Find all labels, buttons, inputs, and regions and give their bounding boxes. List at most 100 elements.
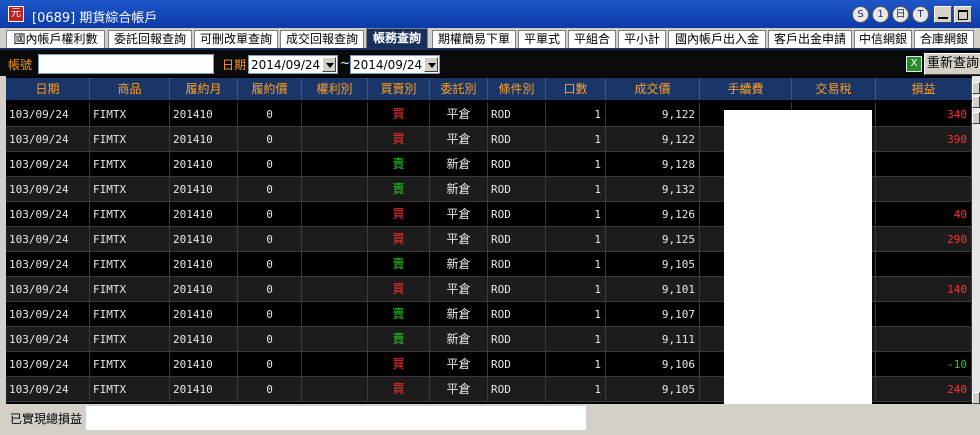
excel-export-icon[interactable]: X — [906, 56, 922, 72]
cell-buy-sell: 買 — [368, 102, 430, 127]
cell-date: 103/09/24 — [6, 177, 90, 202]
cell-order-type: 平倉 — [430, 227, 488, 252]
cell-condition: ROD — [488, 352, 546, 377]
column-header-profit-loss[interactable]: 損益 — [876, 78, 972, 100]
chevron-down-icon — [326, 63, 334, 68]
tab-domestic-account-rights[interactable]: 國內帳戶權利數 — [6, 30, 105, 48]
column-header-option-right[interactable]: 權利別 — [302, 78, 368, 100]
cell-contract-month: 201410 — [170, 177, 238, 202]
maximize-button[interactable] — [954, 6, 972, 23]
cell-order-type: 平倉 — [430, 102, 488, 127]
cell-option-right — [302, 152, 368, 177]
cell-product: FIMTX — [90, 152, 170, 177]
column-header-fill-price[interactable]: 成交價 — [606, 78, 700, 100]
cell-profit-loss — [876, 152, 972, 177]
cell-condition: ROD — [488, 152, 546, 177]
cell-date: 103/09/24 — [6, 327, 90, 352]
scroll-up-button[interactable] — [972, 82, 980, 94]
cell-option-right — [302, 227, 368, 252]
table-header: 日期 商品 履約月 履約價 權利別 買賣別 委託別 條件別 口數 成交價 手續費 交易稅 損益 — [6, 78, 972, 100]
requery-button[interactable]: 重新查詢 — [924, 53, 980, 75]
cell-product: FIMTX — [90, 227, 170, 252]
cell-buy-sell: 賣 — [368, 302, 430, 327]
cell-date: 103/09/24 — [6, 102, 90, 127]
cell-product: FIMTX — [90, 202, 170, 227]
cell-date: 103/09/24 — [6, 377, 90, 402]
cell-order-type: 新倉 — [430, 152, 488, 177]
tab-tcb-bank[interactable]: 合庫網銀 — [914, 30, 974, 48]
cell-order-type: 平倉 — [430, 202, 488, 227]
column-header-quantity[interactable]: 口數 — [546, 78, 606, 100]
tab-ctbc-bank[interactable]: 中信網銀 — [854, 30, 912, 48]
vertical-scrollbar[interactable] — [972, 76, 980, 404]
tab-withdraw-request[interactable]: 客戶出金申請 — [768, 30, 852, 48]
cell-quantity: 1 — [546, 102, 606, 127]
cell-quantity: 1 — [546, 352, 606, 377]
cell-contract-month: 201410 — [170, 377, 238, 402]
date-label: 日期 — [222, 58, 247, 72]
cell-quantity: 1 — [546, 377, 606, 402]
cell-contract-month: 201410 — [170, 202, 238, 227]
scroll-thumb[interactable] — [972, 96, 980, 108]
cell-fill-price: 9,106 — [606, 352, 700, 377]
column-header-product[interactable]: 商品 — [90, 78, 170, 100]
scroll-end-button[interactable] — [972, 392, 980, 404]
cell-quantity: 1 — [546, 202, 606, 227]
tab-account-query[interactable]: 帳務查詢 — [366, 28, 428, 48]
tab-close-subtotal[interactable]: 平小計 — [618, 30, 666, 48]
cell-quantity: 1 — [546, 227, 606, 252]
cell-fill-price: 9,107 — [606, 302, 700, 327]
tab-order-report[interactable]: 委託回報查詢 — [108, 30, 192, 48]
column-header-contract-month[interactable]: 履約月 — [170, 78, 238, 100]
column-header-trade-tax[interactable]: 交易稅 — [792, 78, 876, 100]
cell-option-right — [302, 352, 368, 377]
scroll-down-button[interactable] — [972, 112, 980, 124]
column-header-fee[interactable]: 手續費 — [700, 78, 792, 100]
tab-quick-order[interactable]: 期權簡易下單 — [432, 30, 516, 48]
tab-cancelable-orders[interactable]: 可刪改單查詢 — [194, 30, 278, 48]
cell-option-right — [302, 102, 368, 127]
cell-profit-loss — [876, 302, 972, 327]
cell-profit-loss: 240 — [876, 377, 972, 402]
cell-date: 103/09/24 — [6, 252, 90, 277]
cell-buy-sell: 賣 — [368, 327, 430, 352]
calendar-icon[interactable]: 日 — [892, 6, 909, 23]
realized-pnl-label: 已實現總損益 — [10, 412, 83, 426]
filter-bar: 帳號 日期 2014/09/24 ~ 2014/09/24 X 重新查詢 — [0, 48, 980, 76]
tab-fill-report[interactable]: 成交回報查詢 — [280, 30, 364, 48]
minimize-button[interactable] — [934, 6, 952, 23]
tab-close-single[interactable]: 平單式 — [518, 30, 566, 48]
one-icon[interactable]: 1 — [872, 6, 889, 23]
cell-strike-price: 0 — [238, 302, 302, 327]
column-header-order-type[interactable]: 委託別 — [430, 78, 488, 100]
tab-close-combo[interactable]: 平組合 — [568, 30, 616, 48]
cell-contract-month: 201410 — [170, 127, 238, 152]
cell-product: FIMTX — [90, 252, 170, 277]
end-date-value: 2014/09/24 — [353, 58, 423, 72]
s-icon[interactable]: S — [852, 6, 869, 23]
start-date-select[interactable]: 2014/09/24 — [248, 55, 338, 74]
cell-strike-price: 0 — [238, 352, 302, 377]
cell-profit-loss — [876, 177, 972, 202]
account-input[interactable] — [38, 54, 214, 74]
cell-order-type: 平倉 — [430, 352, 488, 377]
t-icon[interactable]: T — [912, 6, 929, 23]
cell-fill-price: 9,111 — [606, 327, 700, 352]
cell-quantity: 1 — [546, 127, 606, 152]
cell-profit-loss: -10 — [876, 352, 972, 377]
cell-option-right — [302, 277, 368, 302]
cell-buy-sell: 賣 — [368, 252, 430, 277]
tab-domestic-deposit-withdraw[interactable]: 國內帳戶出入金 — [668, 30, 766, 48]
column-header-date[interactable]: 日期 — [6, 78, 90, 100]
start-date-dropdown-button[interactable] — [322, 57, 336, 72]
realized-pnl-value — [86, 406, 586, 430]
start-date-value: 2014/09/24 — [251, 58, 321, 72]
column-header-strike-price[interactable]: 履約價 — [238, 78, 302, 100]
end-date-select[interactable]: 2014/09/24 — [350, 55, 440, 74]
maximize-icon — [958, 10, 968, 20]
cell-product: FIMTX — [90, 377, 170, 402]
end-date-dropdown-button[interactable] — [424, 57, 438, 72]
column-header-condition[interactable]: 條件別 — [488, 78, 546, 100]
cell-condition: ROD — [488, 377, 546, 402]
column-header-buy-sell[interactable]: 買賣別 — [368, 78, 430, 100]
